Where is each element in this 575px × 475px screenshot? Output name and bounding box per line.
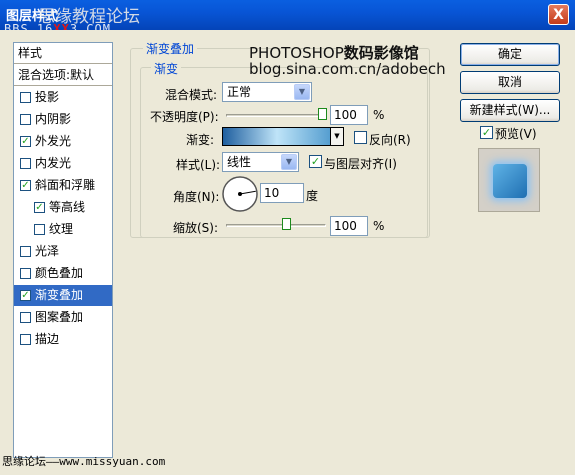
footer-watermark: 思缘论坛——www.missyuan.com — [2, 455, 166, 468]
style-item[interactable]: 内阴影 — [14, 109, 112, 130]
style-item-label: 图案叠加 — [35, 310, 84, 324]
style-item[interactable]: 颜色叠加 — [14, 263, 112, 284]
opacity-label: 不透明度(P): — [150, 110, 219, 124]
style-item[interactable]: 内发光 — [14, 153, 112, 174]
style-item-checkbox[interactable] — [20, 158, 31, 169]
blend-mode-label: 混合模式: — [165, 88, 218, 102]
style-item-label: 内发光 — [35, 156, 72, 170]
style-item-label: 等高线 — [49, 200, 86, 214]
style-item-checkbox[interactable]: ✓ — [20, 180, 31, 191]
scale-label: 缩放(S): — [173, 221, 219, 235]
reverse-checkbox[interactable] — [354, 131, 367, 144]
style-item-label: 投影 — [35, 90, 60, 104]
style-item-label: 描边 — [35, 332, 60, 346]
align-with-layer-checkbox[interactable]: ✓ — [309, 155, 322, 168]
style-list: 样式 混合选项:默认 投影内阴影 ✓ 外发光内发光 ✓ 斜面和浮雕 ✓ 等高线纹理光泽颜色叠… — [13, 42, 113, 458]
cancel-button[interactable]: 取消 — [460, 71, 560, 94]
style-item[interactable]: 描边 — [14, 329, 112, 350]
style-item-checkbox[interactable] — [20, 268, 31, 279]
angle-input[interactable]: 10 — [260, 183, 304, 203]
scale-unit: % — [373, 219, 385, 233]
style-item-checkbox[interactable] — [20, 334, 31, 345]
style-item-checkbox[interactable]: ✓ — [20, 136, 31, 147]
blend-options-item[interactable]: 混合选项:默认 — [14, 65, 112, 86]
style-item-label: 外发光 — [35, 134, 72, 148]
style-item-checkbox[interactable] — [20, 114, 31, 125]
style-item[interactable]: ✓ 斜面和浮雕 — [14, 175, 112, 196]
reverse-label: 反向(R) — [369, 133, 411, 147]
style-item-checkbox[interactable] — [34, 224, 45, 235]
style-item-label: 纹理 — [49, 222, 74, 236]
style-item-label: 内阴影 — [35, 112, 72, 126]
style-item-checkbox[interactable]: ✓ — [20, 290, 31, 301]
scale-input[interactable]: 100 — [330, 216, 368, 236]
style-list-header[interactable]: 样式 — [14, 43, 112, 64]
style-item[interactable]: 投影 — [14, 87, 112, 108]
new-style-button[interactable]: 新建样式(W)... — [460, 99, 560, 122]
opacity-input[interactable]: 100 — [330, 105, 368, 125]
preview-label: 预览(V) — [495, 127, 537, 141]
preview-swatch — [493, 164, 527, 198]
scale-slider-thumb[interactable] — [282, 218, 291, 230]
blog-watermark-url: blog.sina.com.cn/adobech — [249, 60, 446, 78]
blend-mode-select[interactable]: 正常 ▼ — [222, 82, 312, 102]
style-item[interactable]: ✓ 等高线 — [14, 197, 112, 218]
align-with-layer-label: 与图层对齐(I) — [324, 157, 397, 171]
style-item-label: 斜面和浮雕 — [35, 178, 96, 192]
style-item-label: 颜色叠加 — [35, 266, 84, 280]
style-item[interactable]: 纹理 — [14, 219, 112, 240]
gradient-label: 渐变: — [186, 133, 215, 147]
gradient-swatch[interactable]: ▼ — [222, 127, 344, 146]
chevron-down-icon: ▼ — [294, 84, 310, 100]
style-item[interactable]: ✓ 渐变叠加 — [14, 285, 112, 306]
close-button[interactable]: X — [548, 4, 569, 25]
style-item-label: 渐变叠加 — [35, 288, 84, 302]
chevron-down-icon: ▼ — [281, 154, 297, 170]
preview-checkbox[interactable]: ✓ — [480, 126, 493, 139]
style-item-label: 光泽 — [35, 244, 60, 258]
angle-dial[interactable] — [221, 175, 259, 213]
style-item[interactable]: ✓ 外发光 — [14, 131, 112, 152]
opacity-slider-thumb[interactable] — [318, 108, 327, 120]
gradient-subgroup-legend: 渐变 — [151, 60, 182, 77]
ok-button[interactable]: 确定 — [460, 43, 560, 66]
opacity-slider-track[interactable] — [226, 114, 326, 117]
close-icon: X — [553, 7, 564, 23]
style-item-checkbox[interactable]: ✓ — [34, 202, 45, 213]
style-preview-thumbnail — [478, 148, 540, 212]
style-item[interactable]: 图案叠加 — [14, 307, 112, 328]
blend-mode-value: 正常 — [227, 85, 252, 99]
style-select[interactable]: 线性 ▼ — [222, 152, 299, 172]
angle-label: 角度(N): — [173, 190, 220, 204]
style-value: 线性 — [227, 155, 252, 169]
style-item-checkbox[interactable] — [20, 246, 31, 257]
gradient-overlay-legend: 渐变叠加 — [143, 40, 198, 57]
style-item-checkbox[interactable] — [20, 92, 31, 103]
style-item-checkbox[interactable] — [20, 312, 31, 323]
style-label: 样式(L): — [176, 158, 221, 172]
opacity-unit: % — [373, 108, 385, 122]
style-item[interactable]: 光泽 — [14, 241, 112, 262]
angle-unit: 度 — [306, 189, 319, 203]
gradient-dropdown-icon[interactable]: ▼ — [330, 128, 343, 145]
scale-slider-track[interactable] — [226, 224, 326, 227]
